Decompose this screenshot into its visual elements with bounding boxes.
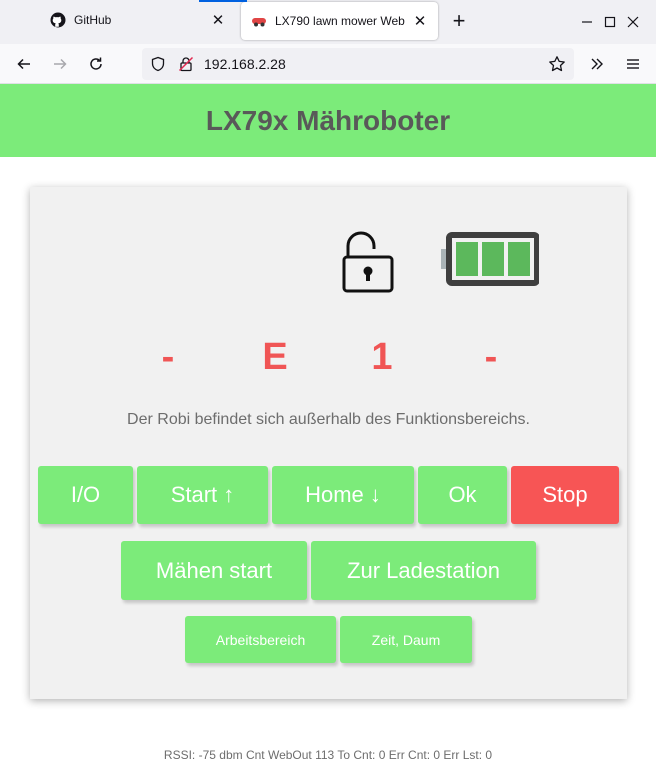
reload-icon[interactable] <box>82 50 110 78</box>
shield-icon[interactable] <box>150 56 166 77</box>
menu-icon[interactable] <box>619 50 647 78</box>
ok-button[interactable]: Ok <box>418 466 507 524</box>
browser-tab-bar: GitHub ✕ LX790 lawn mower Web ✕ + <box>0 0 656 44</box>
display-digit-3: 1 <box>371 336 393 378</box>
insecure-lock-icon[interactable] <box>178 56 194 77</box>
forward-icon[interactable] <box>46 50 74 78</box>
close-icon[interactable]: ✕ <box>408 9 432 33</box>
page-header: LX79x Mähroboter <box>0 84 656 157</box>
bookmark-star-icon[interactable] <box>548 55 566 78</box>
window-close-icon[interactable] <box>610 0 656 44</box>
page-title: LX79x Mähroboter <box>205 104 451 136</box>
url-bar[interactable]: 192.168.2.28 <box>142 48 574 80</box>
display-digit-2: E <box>262 336 288 378</box>
close-icon[interactable]: ✕ <box>206 8 230 32</box>
new-tab-icon[interactable]: + <box>446 8 472 34</box>
github-icon <box>50 12 66 28</box>
arbeitsbereich-button[interactable]: Arbeitsbereich <box>185 616 336 663</box>
io-button[interactable]: I/O <box>38 466 133 524</box>
battery-icon <box>441 232 540 286</box>
home-button[interactable]: Home ↓ <box>272 466 414 524</box>
tab-title: GitHub <box>74 13 112 27</box>
battery-bar <box>456 242 478 276</box>
overflow-chevron-icon[interactable] <box>583 50 611 78</box>
status-footer: RSSI: -75 dbm Cnt WebOut 113 To Cnt: 0 E… <box>163 748 493 762</box>
unlocked-padlock-icon <box>340 228 398 294</box>
battery-bar <box>482 242 504 276</box>
maehen-start-button[interactable]: Mähen start <box>121 541 307 600</box>
start-button[interactable]: Start ↑ <box>137 466 268 524</box>
zur-ladestation-button[interactable]: Zur Ladestation <box>311 541 536 600</box>
stop-button[interactable]: Stop <box>511 466 619 524</box>
tab-title: LX790 lawn mower Web <box>275 14 405 28</box>
back-icon[interactable] <box>10 50 38 78</box>
status-message: Der Robi befindet sich außerhalb des Fun… <box>127 411 530 428</box>
zeit-datum-button[interactable]: Zeit, Daum <box>340 616 472 663</box>
display-digit-1: - <box>161 336 175 378</box>
tab-github[interactable]: GitHub ✕ <box>40 0 236 40</box>
browser-nav-bar: 192.168.2.28 <box>0 44 656 84</box>
url-text: 192.168.2.28 <box>204 56 286 72</box>
battery-bar <box>508 242 530 276</box>
display-digit-4: - <box>484 336 498 378</box>
tab-lx790[interactable]: LX790 lawn mower Web ✕ <box>199 0 438 40</box>
mower-icon <box>251 13 267 29</box>
